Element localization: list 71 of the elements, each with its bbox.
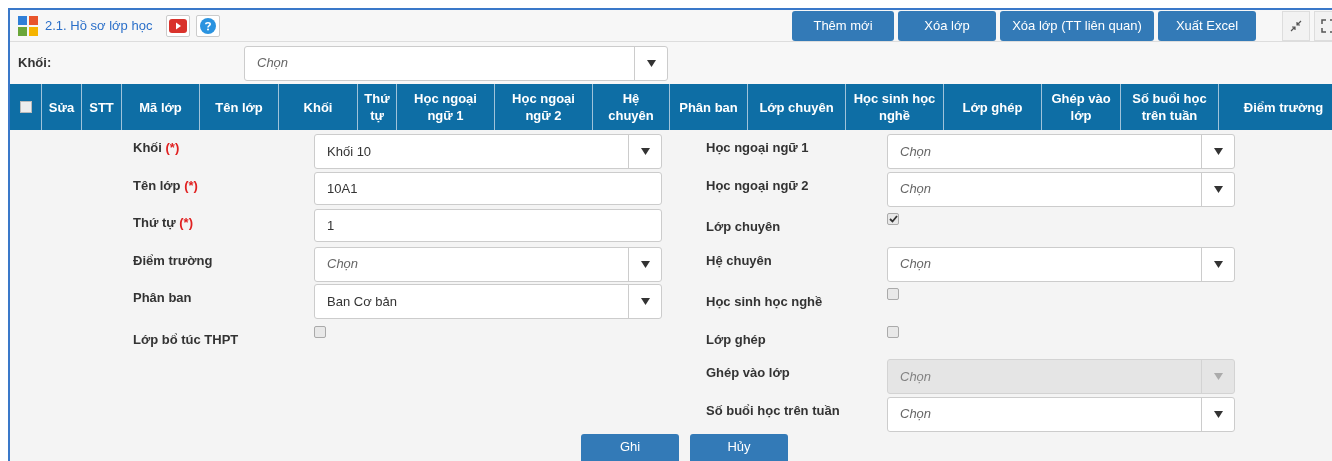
column-header[interactable]: Ghép vào lớp [1042, 84, 1121, 130]
video-button[interactable] [166, 14, 191, 37]
form-button[interactable]: Hủy [690, 434, 788, 461]
field-label: Điểm trường [133, 251, 214, 270]
form-button[interactable]: Ghi [581, 434, 679, 461]
action-button[interactable]: Xuất Excel [1158, 11, 1256, 41]
column-header[interactable]: Học ngoại ngữ 2 [495, 84, 593, 130]
select-field[interactable]: Ban Cơ bản [314, 284, 662, 319]
fullscreen-icon [1321, 19, 1332, 33]
caret-icon [1213, 410, 1223, 418]
checkbox[interactable] [887, 325, 899, 338]
caret-icon [1213, 260, 1223, 268]
caret-icon [1213, 148, 1223, 155]
action-button[interactable]: Xóa lớp [898, 11, 996, 41]
select-field[interactable]: Khối 10 [314, 134, 662, 169]
caret-icon [646, 59, 656, 67]
field-label: Lớp ghép [706, 330, 767, 349]
action-button[interactable]: Thêm mới [792, 11, 894, 41]
field-label: Học sinh học nghề [706, 293, 824, 311]
field-label: Số buổi học trên tuần [706, 401, 841, 420]
field-label: Thứ tự (*) [133, 214, 194, 232]
caret-icon [1213, 373, 1223, 380]
filter-label: Khối: [18, 54, 53, 73]
checkbox[interactable] [887, 288, 899, 300]
field-label: Học ngoại ngữ 1 [706, 139, 810, 157]
column-header[interactable]: Học ngoại ngữ 1 [397, 84, 495, 130]
select-field[interactable]: Chọn [887, 396, 1235, 432]
column-header[interactable]: Số buổi học trên tuần [1121, 84, 1219, 130]
column-header[interactable]: Mã lớp [122, 84, 200, 130]
select-field[interactable]: Chọn [887, 246, 1235, 282]
column-header[interactable]: Hệ chuyên [593, 84, 670, 130]
column-header[interactable]: Thứ tự [358, 84, 397, 130]
caret-icon [640, 298, 650, 305]
tiles-logo-icon [18, 15, 38, 36]
checkbox[interactable] [887, 213, 899, 225]
select-field[interactable]: Chọn [314, 246, 662, 282]
field-label: Tên lớp (*) [133, 176, 199, 195]
column-header[interactable]: Học sinh học nghề [846, 84, 944, 130]
column-header[interactable]: Phân ban [670, 84, 748, 130]
help-button[interactable] [196, 14, 221, 37]
select-all-checkbox[interactable] [19, 101, 32, 113]
help-icon [200, 17, 217, 34]
column-header[interactable]: Điểm trường [1219, 84, 1332, 130]
column-header[interactable]: Khối [279, 84, 358, 130]
field-label: Ghép vào lớp [706, 364, 791, 382]
field-label: Khối (*) [133, 139, 181, 157]
action-button[interactable]: Xóa lớp (TT liên quan) [1000, 11, 1154, 41]
select-field[interactable]: Chọn [244, 45, 668, 81]
field-label: Phân ban [133, 289, 193, 307]
caret-icon [640, 260, 650, 268]
column-header[interactable]: Lớp ghép [944, 84, 1042, 130]
play-icon [169, 18, 188, 33]
check-icon [888, 215, 898, 223]
field-label: Học ngoại ngữ 2 [706, 176, 810, 195]
caret-icon [1213, 185, 1223, 193]
collapse-icon [1290, 20, 1302, 32]
collapse-button[interactable] [1282, 11, 1310, 41]
input-field[interactable]: 10A1 [314, 171, 662, 205]
select-field[interactable]: Chọn [887, 171, 1235, 207]
column-header[interactable]: STT [82, 84, 122, 130]
checkbox[interactable] [314, 325, 326, 338]
field-label: Hệ chuyên [706, 251, 773, 270]
column-header[interactable]: Lớp chuyên [748, 84, 846, 130]
column-header[interactable]: Sửa [42, 84, 82, 130]
page-title: 2.1. Hồ sơ lớp học [45, 16, 153, 35]
column-header[interactable]: Tên lớp [200, 84, 279, 130]
field-label: Lớp bổ túc THPT [133, 330, 240, 349]
select-field[interactable]: Chọn [887, 134, 1235, 169]
input-field[interactable]: 1 [314, 209, 662, 242]
field-label: Lớp chuyên [706, 218, 782, 236]
caret-icon [640, 148, 650, 155]
